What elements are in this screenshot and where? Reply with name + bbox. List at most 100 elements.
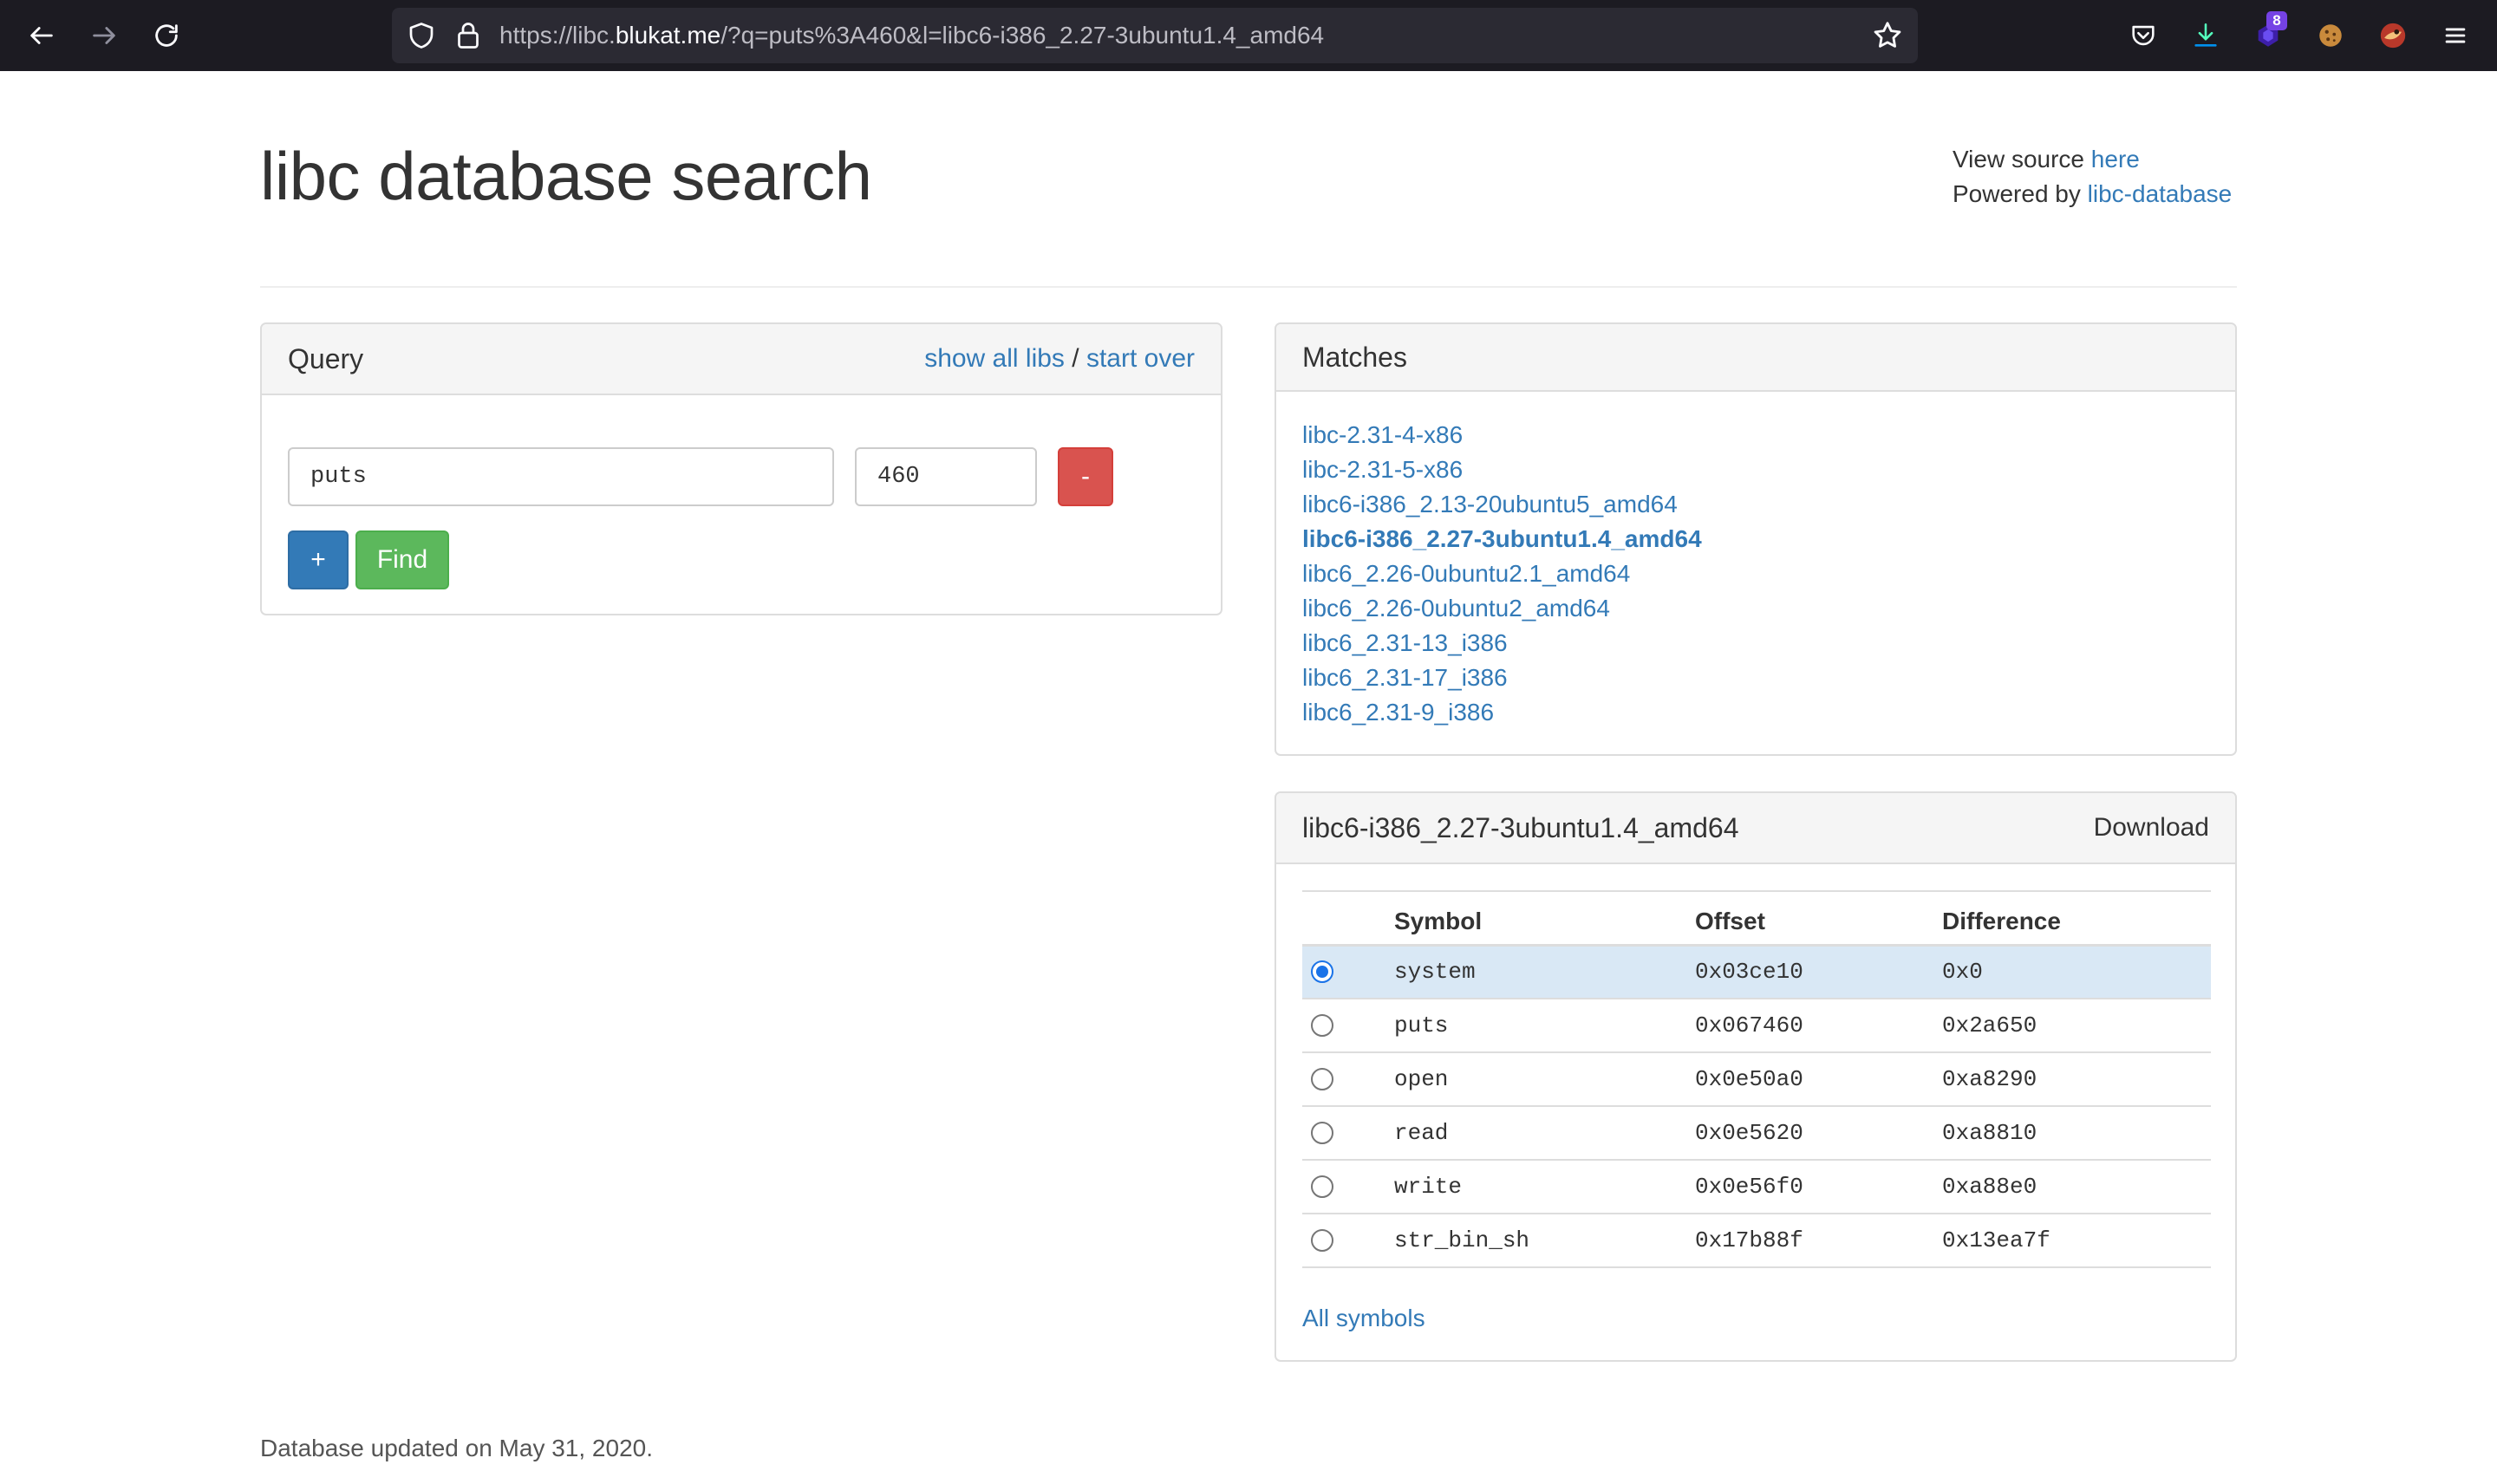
offset-cell: 0x17b88f — [1695, 1214, 1942, 1268]
offset-cell: 0x067460 — [1695, 999, 1942, 1053]
actions-separator: / — [1072, 344, 1079, 373]
add-row-button[interactable]: + — [288, 530, 349, 589]
url-text[interactable]: https://libc.blukat.me/?q=puts%3A460&l=l… — [499, 8, 1324, 63]
query-panel-title: Query — [288, 342, 364, 374]
offset-cell: 0x0e50a0 — [1695, 1052, 1942, 1107]
bookmark-star-icon[interactable] — [1871, 19, 1904, 52]
symbol-cell: puts — [1394, 999, 1695, 1053]
libc-database-link[interactable]: libc-database — [2088, 180, 2233, 207]
extension-icon[interactable]: 8 — [2249, 11, 2287, 55]
header-meta: View source here Powered by libc-databas… — [1953, 142, 2232, 212]
match-item: libc6_2.26-0ubuntu2.1_amd64 — [1302, 556, 1702, 591]
symbol-cell: open — [1394, 1052, 1695, 1107]
symbol-row[interactable]: puts 0x067460 0x2a650 — [1302, 999, 2211, 1053]
difference-cell: 0x13ea7f — [1942, 1214, 2211, 1268]
browser-toolbar: https://libc.blukat.me/?q=puts%3A460&l=l… — [0, 0, 2497, 71]
match-item: libc6_2.31-17_i386 — [1302, 661, 1702, 695]
matches-panel: Matches libc-2.31-4-x86 libc-2.31-5-x86 li… — [1275, 322, 2237, 756]
symbol-row[interactable]: system 0x03ce10 0x0 — [1302, 945, 2211, 999]
symbol-name-input[interactable]: puts — [288, 447, 834, 506]
symbol-column-header: Symbol — [1394, 891, 1695, 947]
symbol-table: Symbol Offset Difference system 0x03ce10 0… — [1302, 890, 2211, 1268]
symbol-cell: write — [1394, 1160, 1695, 1214]
symbol-cell: str_bin_sh — [1394, 1214, 1695, 1268]
match-item: libc-2.31-5-x86 — [1302, 452, 1702, 487]
symbol-radio-button[interactable] — [1311, 960, 1333, 984]
symbol-cell: system — [1394, 945, 1695, 999]
symbol-row[interactable]: str_bin_sh 0x17b88f 0x13ea7f — [1302, 1214, 2211, 1268]
matches-panel-heading: Matches — [1276, 324, 2235, 392]
symbol-row[interactable]: read 0x0e5620 0xa8810 — [1302, 1106, 2211, 1161]
view-source-label: View source — [1953, 146, 2085, 172]
detail-panel-title: libc6-i386_2.27-3ubuntu1.4_amd64 — [1302, 811, 1739, 843]
difference-column-header: Difference — [1942, 891, 2211, 947]
page-title: libc database search — [260, 138, 872, 214]
view-source-link[interactable]: here — [2091, 146, 2140, 172]
match-item: libc6-i386_2.13-20ubuntu5_amd64 — [1302, 487, 1702, 522]
symbol-radio-button[interactable] — [1311, 1175, 1333, 1198]
download-icon[interactable] — [2187, 16, 2225, 55]
url-bar[interactable]: https://libc.blukat.me/?q=puts%3A460&l=l… — [392, 8, 1918, 63]
find-button[interactable]: Find — [355, 530, 449, 589]
match-link[interactable]: libc-2.31-5-x86 — [1302, 456, 1463, 483]
extension-badge: 8 — [2266, 11, 2287, 30]
avatar-icon[interactable] — [2374, 16, 2412, 55]
header-divider — [260, 286, 2237, 288]
select-cell — [1302, 999, 1394, 1053]
cookie-icon[interactable] — [2311, 16, 2350, 55]
matches-panel-title: Matches — [1302, 341, 1407, 373]
lock-icon[interactable] — [453, 20, 484, 51]
match-link[interactable]: libc6_2.31-17_i386 — [1302, 664, 1508, 691]
query-panel-actions: show all libs / start over — [924, 344, 1195, 374]
match-link[interactable]: libc6_2.26-0ubuntu2_amd64 — [1302, 595, 1610, 622]
offset-column-header: Offset — [1695, 891, 1942, 947]
difference-cell: 0x2a650 — [1942, 999, 2211, 1053]
reload-icon[interactable] — [147, 16, 186, 55]
pocket-icon[interactable] — [2124, 16, 2162, 55]
symbol-radio-button[interactable] — [1311, 1014, 1333, 1037]
remove-row-button[interactable]: - — [1058, 447, 1113, 506]
offset-cell: 0x0e5620 — [1695, 1106, 1942, 1161]
symbol-cell: read — [1394, 1106, 1695, 1161]
shield-icon[interactable] — [406, 20, 437, 51]
detail-panel-heading: libc6-i386_2.27-3ubuntu1.4_amd64 Downloa… — [1276, 793, 2235, 864]
difference-cell: 0x0 — [1942, 945, 2211, 999]
difference-cell: 0xa8290 — [1942, 1052, 2211, 1107]
match-link[interactable]: libc6_2.31-13_i386 — [1302, 629, 1508, 656]
symbol-table-header: Symbol Offset Difference — [1302, 891, 2211, 947]
hamburger-menu-icon[interactable] — [2436, 16, 2474, 55]
start-over-link[interactable]: start over — [1086, 344, 1195, 373]
match-item: libc6_2.31-9_i386 — [1302, 695, 1702, 730]
database-updated-note: Database updated on May 31, 2020. — [260, 1435, 654, 1461]
show-all-libs-link[interactable]: show all libs — [924, 344, 1065, 373]
match-link[interactable]: libc6-i386_2.13-20ubuntu5_amd64 — [1302, 491, 1678, 517]
match-link[interactable]: libc-2.31-4-x86 — [1302, 421, 1463, 448]
symbol-row[interactable]: open 0x0e50a0 0xa8290 — [1302, 1052, 2211, 1107]
back-arrow-icon[interactable] — [23, 16, 61, 55]
match-item: libc-2.31-4-x86 — [1302, 418, 1702, 452]
symbol-address-input[interactable]: 460 — [855, 447, 1037, 506]
view-source-line: View source here — [1953, 142, 2232, 177]
match-item: libc6-i386_2.27-3ubuntu1.4_amd64 — [1302, 522, 1702, 556]
select-cell — [1302, 1160, 1394, 1214]
symbol-row[interactable]: write 0x0e56f0 0xa88e0 — [1302, 1160, 2211, 1214]
match-link[interactable]: libc6_2.31-9_i386 — [1302, 699, 1494, 726]
all-symbols-link[interactable]: All symbols — [1302, 1305, 1425, 1332]
powered-by-label: Powered by — [1953, 180, 2081, 207]
match-item: libc6_2.26-0ubuntu2_amd64 — [1302, 591, 1702, 626]
select-cell — [1302, 1106, 1394, 1161]
download-link[interactable]: Download — [2094, 813, 2209, 843]
forward-arrow-icon[interactable] — [85, 16, 123, 55]
match-link[interactable]: libc6-i386_2.27-3ubuntu1.4_amd64 — [1302, 525, 1702, 552]
symbol-radio-button[interactable] — [1311, 1068, 1333, 1090]
offset-cell: 0x0e56f0 — [1695, 1160, 1942, 1214]
match-list: libc-2.31-4-x86 libc-2.31-5-x86 libc6-i386… — [1302, 418, 1702, 730]
difference-cell: 0xa8810 — [1942, 1106, 2211, 1161]
difference-cell: 0xa88e0 — [1942, 1160, 2211, 1214]
match-item: libc6_2.31-13_i386 — [1302, 626, 1702, 661]
symbol-radio-button[interactable] — [1311, 1229, 1333, 1252]
symbol-radio-button[interactable] — [1311, 1122, 1333, 1144]
query-panel: Query show all libs / start over puts 46… — [260, 322, 1222, 615]
match-link[interactable]: libc6_2.26-0ubuntu2.1_amd64 — [1302, 560, 1630, 587]
query-panel-heading: Query show all libs / start over — [262, 324, 1221, 395]
